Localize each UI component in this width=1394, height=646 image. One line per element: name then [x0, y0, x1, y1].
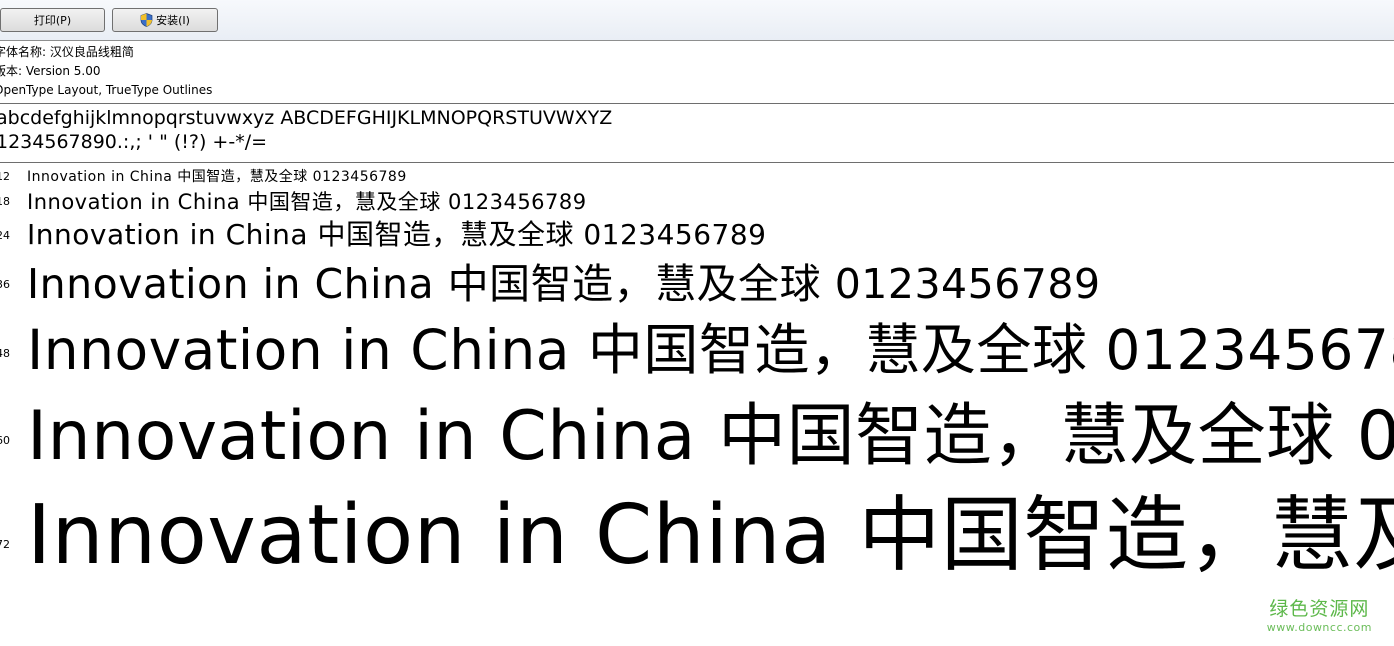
toolbar: 打印(P) 安装(I): [0, 0, 1394, 41]
sample-row-18: 18 Innovation in China 中国智造，慧及全球 0123456…: [0, 186, 1394, 214]
font-version: 版本: Version 5.00: [0, 64, 101, 78]
sample-row-48: 48 Innovation in China 中国智造，慧及全球 0123456…: [0, 305, 1394, 382]
font-outlines: OpenType Layout, TrueType Outlines: [0, 83, 213, 97]
size-label: 24: [0, 229, 10, 242]
size-label: 18: [0, 195, 10, 208]
sample-text: Innovation in China 中国智造，慧及全球 0123456789: [27, 488, 1394, 583]
sample-row-36: 36 Innovation in China 中国智造，慧及全球 0123456…: [0, 250, 1394, 308]
size-label: 60: [0, 434, 10, 447]
install-button-label: 安装(I): [156, 14, 190, 27]
charset-numbers-symbols: 1234567890.:,; ' " (!?) +-*/=: [0, 131, 268, 153]
sample-row-12: 12 Innovation in China 中国智造，慧及全球 0123456…: [0, 166, 1394, 186]
watermark-url: www.downcc.com: [1266, 621, 1372, 634]
size-label: 36: [0, 278, 10, 291]
charset-letters: abcdefghijklmnopqrstuvwxyz ABCDEFGHIJKLM…: [0, 107, 613, 129]
install-button[interactable]: 安装(I): [112, 8, 218, 32]
divider: [0, 162, 1394, 163]
sample-text: Innovation in China 中国智造，慧及全球 0123456789: [27, 169, 407, 185]
character-set-preview: abcdefghijklmnopqrstuvwxyz ABCDEFGHIJKLM…: [0, 106, 612, 154]
sample-row-24: 24 Innovation in China 中国智造，慧及全球 0123456…: [0, 213, 1394, 251]
size-label: 12: [0, 170, 10, 183]
size-label: 48: [0, 347, 10, 360]
sample-text: Innovation in China 中国智造，慧及全球 0123456789: [27, 260, 1101, 308]
watermark-cn: 绿色资源网: [1269, 598, 1370, 620]
sample-row-72: 72 Innovation in China 中国智造，慧及全球 0123456…: [0, 468, 1394, 583]
sample-row-60: 60 Innovation in China 中国智造，慧及全球 0123456…: [0, 380, 1394, 476]
sample-text: Innovation in China 中国智造，慧及全球 0123456789: [27, 318, 1394, 382]
print-button[interactable]: 打印(P): [0, 8, 105, 32]
uac-shield-icon: [140, 13, 153, 27]
divider: [0, 103, 1394, 104]
print-button-label: 打印(P): [33, 14, 72, 27]
font-name: 字体名称: 汉仪良品线粗简: [0, 45, 134, 59]
size-label: 72: [0, 538, 10, 551]
site-watermark: 绿色资源网 www.downcc.com: [1267, 594, 1372, 634]
sample-text: Innovation in China 中国智造，慧及全球 0123456789: [27, 397, 1394, 476]
font-info: 字体名称: 汉仪良品线粗简 版本: Version 5.00 OpenType …: [0, 43, 212, 100]
sample-text: Innovation in China 中国智造，慧及全球 0123456789: [27, 218, 767, 251]
sample-text: Innovation in China 中国智造，慧及全球 0123456789: [27, 190, 587, 214]
